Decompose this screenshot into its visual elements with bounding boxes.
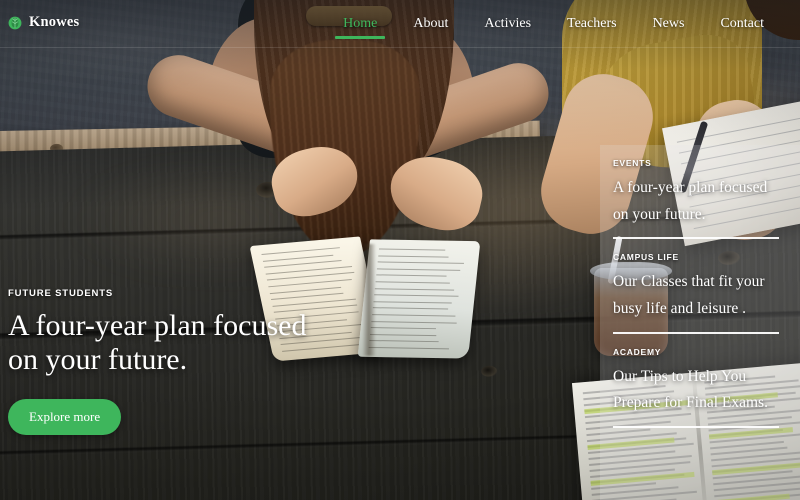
nav-item-activies[interactable]: Activies: [466, 0, 549, 48]
hero-page: Knowes Home About Activies Teachers News…: [0, 0, 800, 500]
photo-book-text-line: [373, 308, 448, 310]
photo-book-text-line: [263, 254, 333, 261]
leaf-globe-icon: [8, 16, 22, 30]
photo-book-text-line: [369, 347, 449, 349]
explore-more-button[interactable]: Explore more: [8, 399, 121, 435]
photo-book-text-line: [376, 275, 446, 277]
nav-item-about[interactable]: About: [395, 0, 466, 48]
main-navigation: Home About Activies Teachers News Contac…: [325, 0, 782, 48]
site-header: Knowes Home About Activies Teachers News…: [0, 0, 800, 48]
hero-content: FUTURE STUDENTS A four-year plan focused…: [8, 288, 338, 435]
highlight-card-campus-life[interactable]: CAMPUS LIFE Our Classes that fit your bu…: [613, 239, 779, 333]
hero-eyebrow: FUTURE STUDENTS: [8, 288, 338, 299]
highlight-card-events[interactable]: EVENTS A four-year plan focused on your …: [613, 145, 779, 239]
photo-book-text-line: [379, 248, 445, 250]
nav-item-news[interactable]: News: [635, 0, 703, 48]
card-divider: [613, 426, 779, 428]
photo-book-text-line: [373, 301, 451, 303]
nav-item-home[interactable]: Home: [325, 0, 395, 48]
card-divider: [613, 332, 779, 334]
card-divider: [613, 237, 779, 239]
card-eyebrow: ACADEMY: [613, 347, 779, 357]
photo-book-text-line: [378, 255, 448, 257]
photo-book-text-line: [372, 314, 455, 316]
card-title: A four-year plan focused on your future.: [613, 175, 779, 228]
card-eyebrow: CAMPUS LIFE: [613, 252, 779, 262]
brand-name: Knowes: [29, 14, 79, 31]
photo-book-text-line: [369, 340, 438, 342]
photo-book-page-right: [358, 239, 481, 358]
photo-book-spine: [362, 244, 376, 356]
card-eyebrow: EVENTS: [613, 158, 779, 168]
card-title: Our Tips to Help You Prepare for Final E…: [613, 364, 779, 417]
nav-item-teachers[interactable]: Teachers: [549, 0, 635, 48]
nav-item-contact[interactable]: Contact: [702, 0, 782, 48]
photo-book-text-line: [378, 262, 464, 265]
photo-student-left-hair: [270, 40, 420, 255]
photo-book-text-line: [377, 268, 460, 270]
photo-book-text-line: [370, 334, 436, 336]
photo-book-text-line: [371, 321, 456, 323]
card-title: Our Classes that fit your busy life and …: [613, 269, 779, 322]
highlight-card-academy[interactable]: ACADEMY Our Tips to Help You Prepare for…: [613, 334, 779, 428]
brand-logo[interactable]: Knowes: [8, 14, 79, 31]
photo-book-text-line: [374, 294, 458, 296]
photo-book-text-line: [371, 327, 436, 329]
photo-book-text-line: [375, 288, 454, 290]
hero-title: A four-year plan focused on your future.: [8, 309, 338, 377]
highlight-cards: EVENTS A four-year plan focused on your …: [600, 145, 800, 428]
photo-book-text-line: [376, 281, 450, 283]
